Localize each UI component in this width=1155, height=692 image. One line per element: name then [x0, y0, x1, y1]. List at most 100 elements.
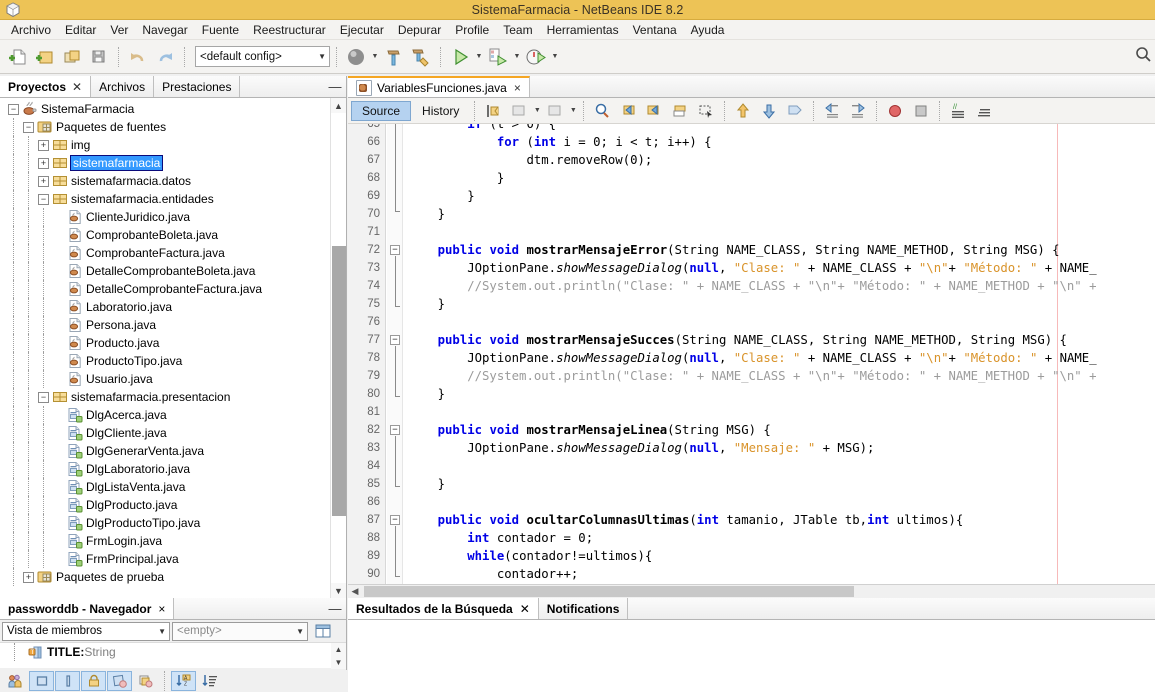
code-line[interactable]: 83 JOptionPane.showMessageDialog(null, "… — [348, 439, 1155, 457]
tree-item-laboratorio-java[interactable]: Laboratorio.java — [0, 298, 346, 316]
profile-project-icon[interactable] — [523, 44, 549, 70]
code-line[interactable]: 80 } — [348, 385, 1155, 403]
output-content[interactable] — [348, 620, 1155, 692]
debug-project-icon[interactable] — [485, 44, 511, 70]
tab-navegador[interactable]: passworddb - Navegador × — [0, 598, 174, 619]
history-view-button[interactable]: History — [412, 101, 469, 121]
show-inherited-members-icon[interactable] — [3, 671, 28, 691]
show-static-icon[interactable] — [107, 671, 132, 691]
open-project-icon[interactable] — [59, 44, 85, 70]
code-line[interactable]: 73 JOptionPane.showMessageDialog(null, "… — [348, 259, 1155, 277]
find-previous-icon[interactable] — [615, 98, 641, 124]
expand-icon[interactable]: + — [23, 572, 34, 583]
navigator-view-select[interactable]: Vista de miembros ▼ — [2, 622, 170, 641]
next-bookmark-icon[interactable] — [542, 98, 568, 124]
code-line[interactable]: 85 } — [348, 475, 1155, 493]
filter-members-icon[interactable] — [133, 671, 158, 691]
new-file-icon[interactable] — [5, 44, 31, 70]
menu-reestructurar[interactable]: Reestructurar — [246, 21, 333, 39]
menu-ventana[interactable]: Ventana — [626, 21, 684, 39]
tree-item-sistemafarmacia-datos[interactable]: +sistemafarmacia.datos — [0, 172, 346, 190]
code-line[interactable]: 69 } — [348, 187, 1155, 205]
set-main-project-icon[interactable] — [343, 44, 369, 70]
code-line[interactable]: 88 int contador = 0; — [348, 529, 1155, 547]
minimize-window-button[interactable]: — — [324, 598, 346, 619]
sort-by-source-icon[interactable] — [197, 671, 222, 691]
scroll-up-icon[interactable]: ▲ — [331, 98, 346, 113]
start-macro-recording-icon[interactable] — [882, 98, 908, 124]
tree-item-sistemafarmacia[interactable]: −SistemaFarmacia — [0, 100, 346, 118]
menu-archivo[interactable]: Archivo — [4, 21, 58, 39]
project-configuration-select[interactable]: <default config> ▼ — [195, 46, 330, 67]
source-view-button[interactable]: Source — [351, 101, 411, 121]
code-line[interactable]: 75 } — [348, 295, 1155, 313]
show-non-public-icon[interactable] — [81, 671, 106, 691]
show-fields-icon[interactable] — [29, 671, 54, 691]
inspect-members-icon[interactable] — [782, 98, 808, 124]
redo-icon[interactable] — [152, 44, 178, 70]
tree-item-paquetes-de-fuentes[interactable]: −Paquetes de fuentes — [0, 118, 346, 136]
scrollbar-thumb[interactable] — [332, 246, 346, 516]
chevron-down-icon[interactable]: ▼ — [474, 45, 484, 69]
expand-icon[interactable]: + — [38, 140, 49, 151]
code-fold-toggle[interactable]: − — [390, 515, 400, 525]
tree-item-usuario-java[interactable]: Usuario.java — [0, 370, 346, 388]
menu-depurar[interactable]: Depurar — [391, 21, 448, 39]
code-line[interactable]: 72 public void mostrarMensajeError(Strin… — [348, 241, 1155, 259]
tab-prestaciones[interactable]: Prestaciones — [154, 76, 240, 97]
list-item[interactable]: T TITLE : String — [0, 643, 346, 661]
next-error-icon[interactable] — [756, 98, 782, 124]
scroll-left-icon[interactable]: ◀ — [348, 585, 362, 598]
new-project-icon[interactable] — [32, 44, 58, 70]
menu-fuente[interactable]: Fuente — [195, 21, 246, 39]
close-icon[interactable]: ✕ — [520, 602, 530, 616]
tree-item-img[interactable]: +img — [0, 136, 346, 154]
shift-line-left-icon[interactable] — [819, 98, 845, 124]
code-line[interactable]: 84 — [348, 457, 1155, 475]
previous-error-icon[interactable] — [730, 98, 756, 124]
tree-item-comprobantefactura-java[interactable]: ComprobanteFactura.java — [0, 244, 346, 262]
expand-icon[interactable]: + — [38, 158, 49, 169]
tree-item-productotipo-java[interactable]: ProductoTipo.java — [0, 352, 346, 370]
tree-item-dlglaboratorio-java[interactable]: DlgLaboratorio.java — [0, 460, 346, 478]
menu-editar[interactable]: Editar — [58, 21, 103, 39]
uncomment-icon[interactable] — [971, 98, 997, 124]
menu-navegar[interactable]: Navegar — [135, 21, 194, 39]
editor-horizontal-scrollbar[interactable]: ◀ — [348, 584, 1155, 598]
tree-item-paquetes-de-prueba[interactable]: +Paquetes de prueba — [0, 568, 346, 586]
menu-herramientas[interactable]: Herramientas — [540, 21, 626, 39]
code-fold-toggle[interactable]: − — [390, 245, 400, 255]
scrollbar-thumb[interactable] — [364, 586, 854, 597]
find-next-icon[interactable] — [641, 98, 667, 124]
explorer-vertical-scrollbar[interactable]: ▲ ▼ — [330, 98, 346, 598]
menu-ver[interactable]: Ver — [103, 21, 135, 39]
tree-item-dlgacerca-java[interactable]: DlgAcerca.java — [0, 406, 346, 424]
tree-item-sistemafarmacia[interactable]: +sistemafarmacia — [0, 154, 346, 172]
tree-item-frmprincipal-java[interactable]: FrmPrincipal.java — [0, 550, 346, 568]
code-line[interactable]: 74 //System.out.println("Clase: " + NAME… — [348, 277, 1155, 295]
menu-team[interactable]: Team — [496, 21, 539, 39]
tree-item-clientejuridico-java[interactable]: ClienteJuridico.java — [0, 208, 346, 226]
chevron-down-icon[interactable]: ▼ — [532, 99, 542, 123]
tree-item-dlggenerarventa-java[interactable]: DlgGenerarVenta.java — [0, 442, 346, 460]
clean-build-project-icon[interactable] — [408, 44, 434, 70]
tree-item-sistemafarmacia-presentacion[interactable]: −sistemafarmacia.presentacion — [0, 388, 346, 406]
tree-item-dlgcliente-java[interactable]: DlgCliente.java — [0, 424, 346, 442]
build-project-icon[interactable] — [381, 44, 407, 70]
chevron-down-icon[interactable]: ▼ — [550, 45, 560, 69]
code-line[interactable]: 70 } — [348, 205, 1155, 223]
code-fold-toggle[interactable]: − — [390, 425, 400, 435]
code-line[interactable]: 90 contador++; — [348, 565, 1155, 583]
navigator-filter-select[interactable]: <empty> ▼ — [172, 622, 308, 641]
editor-tab-variablesfunciones[interactable]: VariablesFunciones.java × — [348, 76, 530, 97]
code-line[interactable]: 71 — [348, 223, 1155, 241]
tab-resultados-busqueda[interactable]: Resultados de la Búsqueda ✕ — [348, 598, 539, 619]
tree-item-sistemafarmacia-entidades[interactable]: −sistemafarmacia.entidades — [0, 190, 346, 208]
tree-item-dlglistaventa-java[interactable]: DlgListaVenta.java — [0, 478, 346, 496]
tree-item-dlgproducto-java[interactable]: DlgProducto.java — [0, 496, 346, 514]
show-constructors-icon[interactable] — [55, 671, 80, 691]
close-icon[interactable]: × — [158, 602, 165, 616]
tree-item-detallecomprobantefactura-java[interactable]: DetalleComprobanteFactura.java — [0, 280, 346, 298]
navigator-member-list[interactable]: T TITLE : String ▲ ▼ — [0, 642, 346, 668]
save-all-icon[interactable] — [86, 44, 112, 70]
